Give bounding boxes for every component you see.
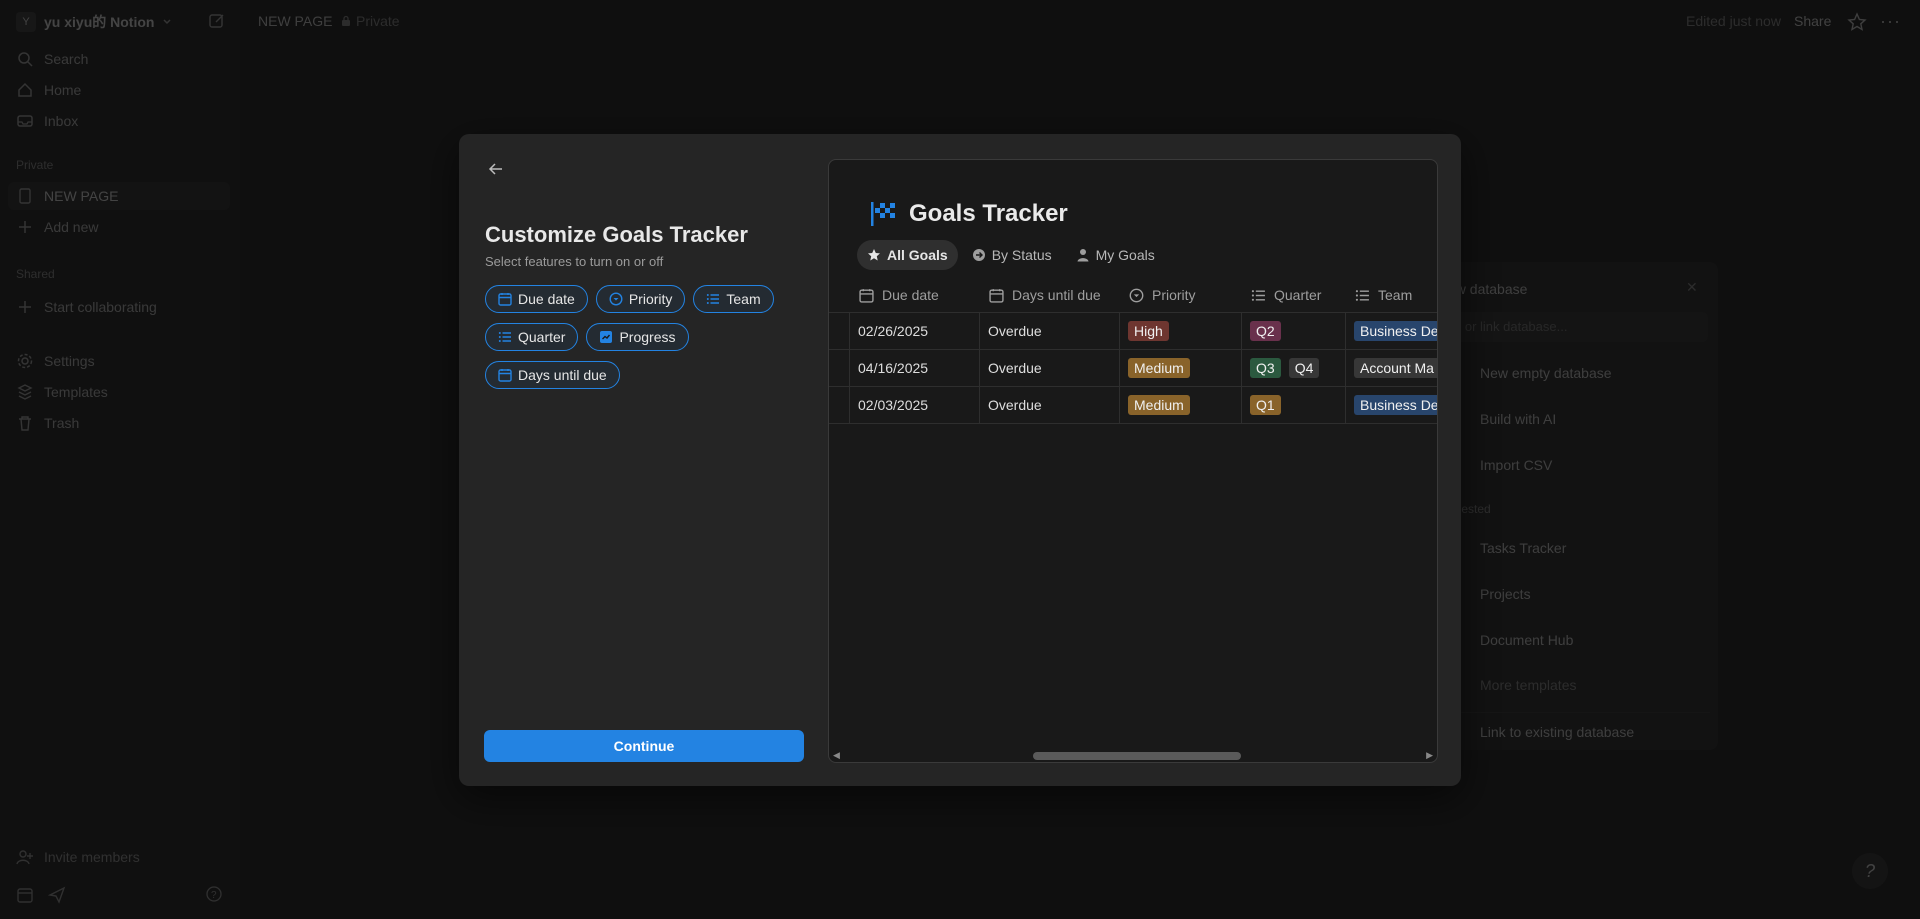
cell-days-until-due[interactable]: Overdue <box>979 350 1119 386</box>
column-days-until-due[interactable]: Days until due <box>979 278 1119 312</box>
cell-quarter[interactable]: Q3 Q4 <box>1241 350 1345 386</box>
continue-button[interactable]: Continue <box>484 730 804 762</box>
column-label: Due date <box>882 287 939 303</box>
table-row[interactable]: 02/03/2025 Overdue Medium Q1 Business De… <box>829 387 1437 424</box>
tab-all-goals[interactable]: All Goals <box>857 240 958 270</box>
modal-subtitle: Select features to turn on or off <box>485 254 664 269</box>
column-team[interactable]: Team <box>1345 278 1437 312</box>
customize-modal: Customize Goals Tracker Select features … <box>459 134 1461 786</box>
chip-progress[interactable]: Progress <box>586 323 689 351</box>
quarter-tag: Q4 <box>1288 358 1320 378</box>
column-priority[interactable]: Priority <box>1119 278 1241 312</box>
team-tag: Business Dev <box>1354 395 1437 415</box>
cell-quarter[interactable]: Q1 <box>1241 387 1345 423</box>
chip-priority[interactable]: Priority <box>595 285 686 313</box>
quarter-tag: Q1 <box>1250 395 1281 415</box>
table-row[interactable]: 04/16/2025 Overdue Medium Q3 Q4 Account … <box>829 350 1437 387</box>
row-spacer <box>829 350 849 386</box>
chip-label: Priority <box>628 291 673 307</box>
calendar-icon <box>498 293 512 306</box>
template-preview: Goals Tracker All Goals By Status My Goa… <box>828 159 1438 763</box>
chip-label: Team <box>726 291 761 307</box>
chip-label: Due date <box>518 291 575 307</box>
progress-icon <box>600 331 613 343</box>
cell-priority[interactable]: High <box>1119 313 1241 349</box>
team-tag: Account Ma <box>1354 358 1437 378</box>
scroll-left-icon[interactable]: ◀ <box>833 750 840 761</box>
tab-my-goals[interactable]: My Goals <box>1066 240 1165 270</box>
cell-team[interactable]: Business Dev <box>1345 313 1437 349</box>
select-icon <box>609 292 623 306</box>
scroll-right-icon[interactable]: ▶ <box>1426 750 1433 761</box>
cell-team[interactable]: Business Dev <box>1345 387 1437 423</box>
back-arrow-icon[interactable] <box>487 160 505 178</box>
select-icon <box>1129 288 1144 302</box>
column-label: Quarter <box>1274 287 1322 303</box>
star-icon <box>868 249 880 261</box>
list-icon <box>498 332 511 342</box>
column-label: Days until due <box>1012 287 1101 303</box>
cell-due-date[interactable]: 02/26/2025 <box>849 313 979 349</box>
tab-label: By Status <box>991 247 1052 263</box>
cell-days-until-due[interactable]: Overdue <box>979 313 1119 349</box>
row-spacer <box>829 387 849 423</box>
chip-label: Progress <box>619 329 676 345</box>
chip-team[interactable]: Team <box>693 285 774 313</box>
row-spacer <box>829 313 849 349</box>
cell-quarter[interactable]: Q2 <box>1241 313 1345 349</box>
quarter-tag: Q2 <box>1250 321 1281 341</box>
calendar-icon <box>498 369 512 382</box>
cell-due-date[interactable]: 02/03/2025 <box>849 387 979 423</box>
team-tag: Business Dev <box>1354 321 1437 341</box>
column-due-date[interactable]: Due date <box>849 278 979 312</box>
list-icon <box>1355 289 1369 301</box>
checkered-flag-icon <box>871 202 895 226</box>
priority-tag: Medium <box>1128 358 1190 378</box>
table-header: Due date Days until due Priority Quarter… <box>829 278 1437 313</box>
chip-due-date[interactable]: Due date <box>485 285 588 313</box>
tab-label: All Goals <box>887 247 948 263</box>
preview-title: Goals Tracker <box>909 200 1068 227</box>
modal-title: Customize Goals Tracker <box>485 222 748 247</box>
feature-chips: Due date Priority Team Quarter Progress … <box>485 285 775 389</box>
chip-days-until-due[interactable]: Days until due <box>485 361 620 389</box>
chip-label: Days until due <box>518 367 607 383</box>
table-row[interactable]: 02/26/2025 Overdue High Q2 Business Dev <box>829 313 1437 350</box>
tab-by-status[interactable]: By Status <box>962 240 1062 270</box>
header-spacer <box>829 278 849 312</box>
column-quarter[interactable]: Quarter <box>1241 278 1345 312</box>
cell-due-date[interactable]: 04/16/2025 <box>849 350 979 386</box>
scrollbar-thumb[interactable] <box>1033 752 1241 760</box>
quarter-tag: Q3 <box>1250 358 1281 378</box>
tab-label: My Goals <box>1095 247 1155 263</box>
chip-label: Quarter <box>518 329 566 345</box>
person-icon <box>1077 249 1089 262</box>
cell-days-until-due[interactable]: Overdue <box>979 387 1119 423</box>
chip-quarter[interactable]: Quarter <box>485 323 579 351</box>
horizontal-scrollbar[interactable]: ◀ ▶ <box>829 748 1437 762</box>
cell-priority[interactable]: Medium <box>1119 387 1241 423</box>
calendar-icon <box>989 288 1004 303</box>
status-icon <box>972 249 985 261</box>
calendar-icon <box>859 288 874 303</box>
cell-team[interactable]: Account Ma <box>1345 350 1437 386</box>
priority-tag: High <box>1128 321 1169 341</box>
view-tabs: All Goals By Status My Goals <box>857 240 1165 270</box>
column-label: Team <box>1378 287 1413 303</box>
column-label: Priority <box>1152 287 1196 303</box>
cell-priority[interactable]: Medium <box>1119 350 1241 386</box>
list-icon <box>1251 289 1265 301</box>
priority-tag: Medium <box>1128 395 1190 415</box>
list-icon <box>707 294 720 304</box>
